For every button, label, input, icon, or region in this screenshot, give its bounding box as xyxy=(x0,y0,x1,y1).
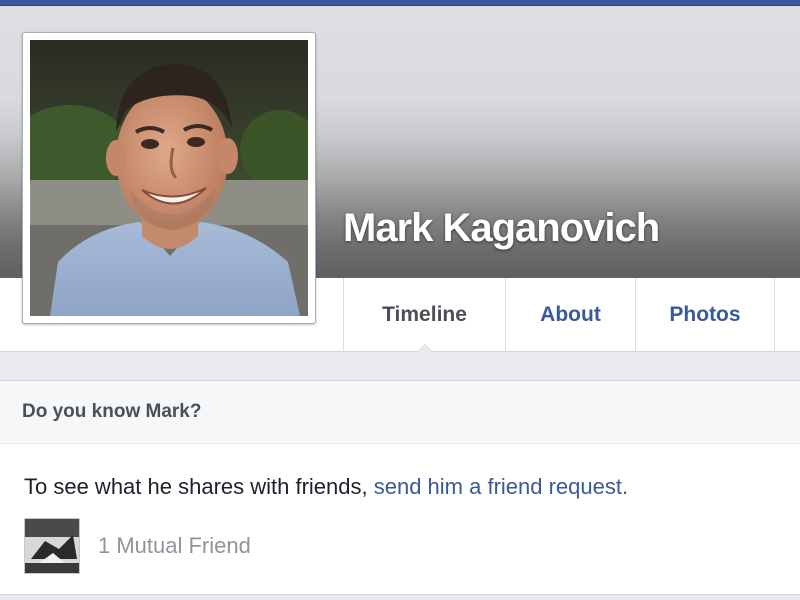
tab-photos-label: Photos xyxy=(669,303,741,326)
mutual-friend-photo-icon xyxy=(25,519,79,573)
friend-request-text: To see what he shares with friends, xyxy=(24,474,374,499)
active-tab-caret-icon xyxy=(415,344,434,353)
profile-name[interactable]: Mark Kaganovich xyxy=(343,206,660,251)
profile-tabs: Timeline About Photos xyxy=(343,278,775,353)
tab-timeline[interactable]: Timeline xyxy=(343,278,505,353)
tab-timeline-label: Timeline xyxy=(382,303,467,326)
mutual-friend-count[interactable]: 1 Mutual Friend xyxy=(98,533,251,559)
profile-photo-icon xyxy=(30,40,308,316)
do-you-know-card: Do you know Mark? To see what he shares … xyxy=(0,380,800,595)
tab-photos[interactable]: Photos xyxy=(635,278,775,352)
friend-request-message: To see what he shares with friends, send… xyxy=(24,474,800,500)
send-friend-request-link[interactable]: send him a friend request. xyxy=(374,474,628,499)
mutual-friend-avatar[interactable] xyxy=(24,518,80,574)
card-title: Do you know Mark? xyxy=(0,381,800,444)
profile-picture[interactable] xyxy=(22,32,316,324)
tab-about[interactable]: About xyxy=(505,278,635,352)
profile-page: Mark Kaganovich Timeline About Photos Do… xyxy=(0,0,800,600)
tab-about-label: About xyxy=(540,303,601,326)
card-body: To see what he shares with friends, send… xyxy=(0,444,800,574)
mutual-friends-row: 1 Mutual Friend xyxy=(24,518,800,574)
